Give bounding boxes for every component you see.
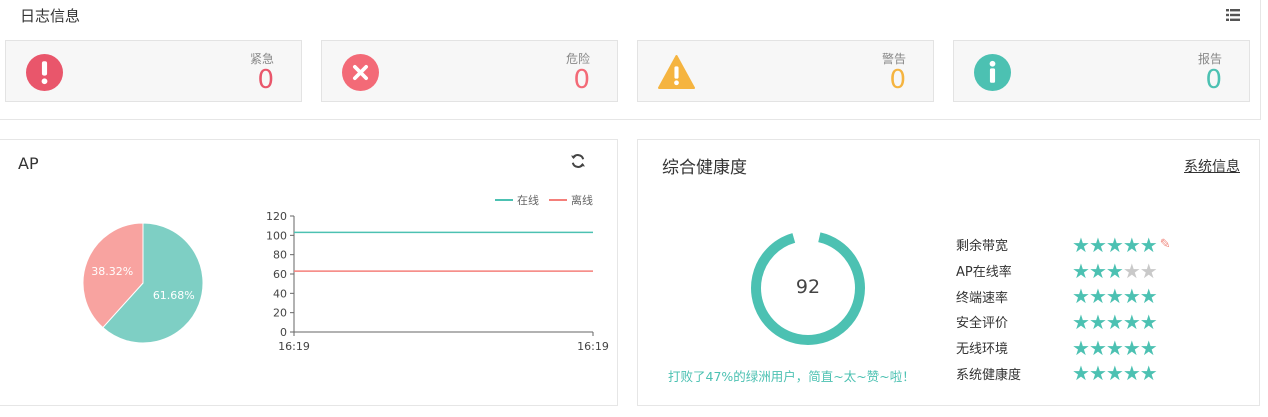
star-filled-icon: ★: [1105, 361, 1124, 386]
log-card-warning[interactable]: 警告 0: [637, 40, 934, 102]
star-filled-icon: ★: [1139, 284, 1158, 309]
star-filled-icon: ★: [1139, 232, 1158, 257]
health-panel-title: 综合健康度: [662, 158, 747, 178]
ap-panel-title: AP: [18, 154, 39, 173]
health-panel: 综合健康度 系统信息 92 打败了47%的绿洲用户，简直~太~赞~啦！ 剩余带宽…: [637, 139, 1260, 406]
pie-label-offline: 38.32%: [91, 265, 133, 278]
rating-row: 安全评价 ★ ★ ★ ★ ★: [956, 309, 1171, 335]
system-info-link[interactable]: 系统信息: [1184, 156, 1240, 176]
card-count: 0: [573, 65, 590, 95]
star-filled-icon: ★: [1072, 309, 1090, 334]
card-count: 0: [889, 65, 906, 95]
rating-row: AP在线率 ★ ★ ★ ★ ★: [956, 258, 1171, 284]
log-card-report[interactable]: 报告 0: [953, 40, 1250, 102]
rating-row: 无线环境 ★ ★ ★ ★ ★: [956, 335, 1171, 361]
star-filled-icon: ★: [1088, 284, 1107, 309]
star-filled-icon: ★: [1139, 361, 1158, 386]
star-filled-icon: ★: [1088, 258, 1107, 283]
star-filled-icon: ★: [1122, 361, 1141, 386]
ap-line-chart: 0 20 40 60 80 100 120 16:19 16:19: [266, 210, 609, 353]
y-tick-label: 40: [273, 287, 287, 300]
star-filled-icon: ★: [1105, 258, 1124, 283]
star-filled-icon: ★: [1122, 284, 1141, 309]
list-view-icon[interactable]: [1226, 8, 1240, 22]
star-filled-icon: ★: [1072, 284, 1090, 309]
y-tick-label: 120: [266, 210, 287, 223]
y-tick-label: 0: [280, 326, 287, 339]
star-filled-icon: ★: [1088, 232, 1107, 257]
x-icon: [342, 54, 379, 91]
info-icon: [974, 54, 1011, 91]
x-tick-label: 16:19: [577, 340, 609, 353]
star-filled-icon: ★: [1122, 309, 1141, 334]
exclamation-icon: [26, 54, 63, 91]
y-tick-label: 60: [273, 268, 287, 281]
card-count: 0: [257, 65, 274, 95]
rating-list: 剩余带宽 ★ ★ ★ ★ ★ ✎ AP在线率 ★ ★ ★ ★ ★ 终端速率 ★ ★ ★ ★ ★ 安全评价 ★ ★ ★ ★ ★ 无线…: [956, 232, 1171, 386]
log-card-emergency[interactable]: 紧急 0: [5, 40, 302, 102]
star-filled-icon: ★: [1122, 232, 1141, 257]
ap-panel: AP 61.68% 38.32% 在线 离线 0 20 40 60 80 100 120 16:…: [0, 139, 618, 406]
star-rating: ★ ★ ★ ★ ★: [1072, 232, 1158, 257]
star-filled-icon: ★: [1105, 232, 1124, 257]
x-tick-label: 16:19: [278, 340, 310, 353]
star-filled-icon: ★: [1072, 258, 1090, 283]
star-filled-icon: ★: [1105, 335, 1124, 360]
star-rating: ★ ★ ★ ★ ★: [1072, 335, 1158, 360]
card-count: 0: [1205, 65, 1222, 95]
rating-label: 安全评价: [956, 316, 1009, 332]
star-filled-icon: ★: [1072, 361, 1090, 386]
log-card-danger[interactable]: 危险 0: [321, 40, 618, 102]
star-filled-icon: ★: [1088, 361, 1107, 386]
log-info-panel: 日志信息 紧急 0 危险 0 警告 0 报告 0: [0, 0, 1261, 120]
rating-label: 无线环境: [956, 342, 1009, 358]
star-filled-icon: ★: [1088, 309, 1107, 334]
health-caption: 打败了47%的绿洲用户，简直~太~赞~啦！: [668, 369, 915, 384]
rating-label: 终端速率: [956, 290, 1009, 306]
refresh-icon[interactable]: [570, 153, 586, 169]
y-tick-label: 20: [273, 307, 287, 320]
rating-row: 系统健康度 ★ ★ ★ ★ ★: [956, 360, 1171, 386]
star-rating: ★ ★ ★ ★ ★: [1072, 258, 1158, 283]
star-filled-icon: ★: [1139, 335, 1158, 360]
star-rating: ★ ★ ★ ★ ★: [1072, 284, 1158, 309]
rating-label: AP在线率: [956, 265, 1012, 281]
star-filled-icon: ★: [1105, 284, 1124, 309]
rating-row: 剩余带宽 ★ ★ ★ ★ ★ ✎: [956, 232, 1171, 258]
warning-icon: [658, 55, 695, 89]
star-filled-icon: ★: [1072, 335, 1090, 360]
star-filled-icon: ★: [1088, 335, 1107, 360]
star-filled-icon: ★: [1072, 232, 1090, 257]
ap-pie-chart: 61.68% 38.32%: [82, 222, 204, 344]
health-score-value: 92: [795, 276, 821, 298]
star-empty-icon: ★: [1122, 258, 1141, 283]
star-empty-icon: ★: [1139, 258, 1158, 283]
pie-label-online: 61.68%: [153, 289, 195, 302]
y-tick-label: 100: [266, 229, 287, 242]
star-rating: ★ ★ ★ ★ ★: [1072, 309, 1158, 334]
star-filled-icon: ★: [1139, 309, 1158, 334]
rating-label: 剩余带宽: [956, 239, 1009, 255]
star-filled-icon: ★: [1122, 335, 1141, 360]
log-panel-title: 日志信息: [20, 7, 81, 25]
star-filled-icon: ★: [1105, 309, 1124, 334]
rating-label: 系统健康度: [956, 367, 1022, 383]
y-tick-label: 80: [273, 249, 287, 262]
rating-row: 终端速率 ★ ★ ★ ★ ★: [956, 283, 1171, 309]
star-rating: ★ ★ ★ ★ ★: [1072, 361, 1158, 386]
legend-swatch: [549, 199, 567, 201]
legend-swatch: [495, 199, 513, 201]
edit-pencil-icon[interactable]: ✎: [1160, 237, 1171, 252]
